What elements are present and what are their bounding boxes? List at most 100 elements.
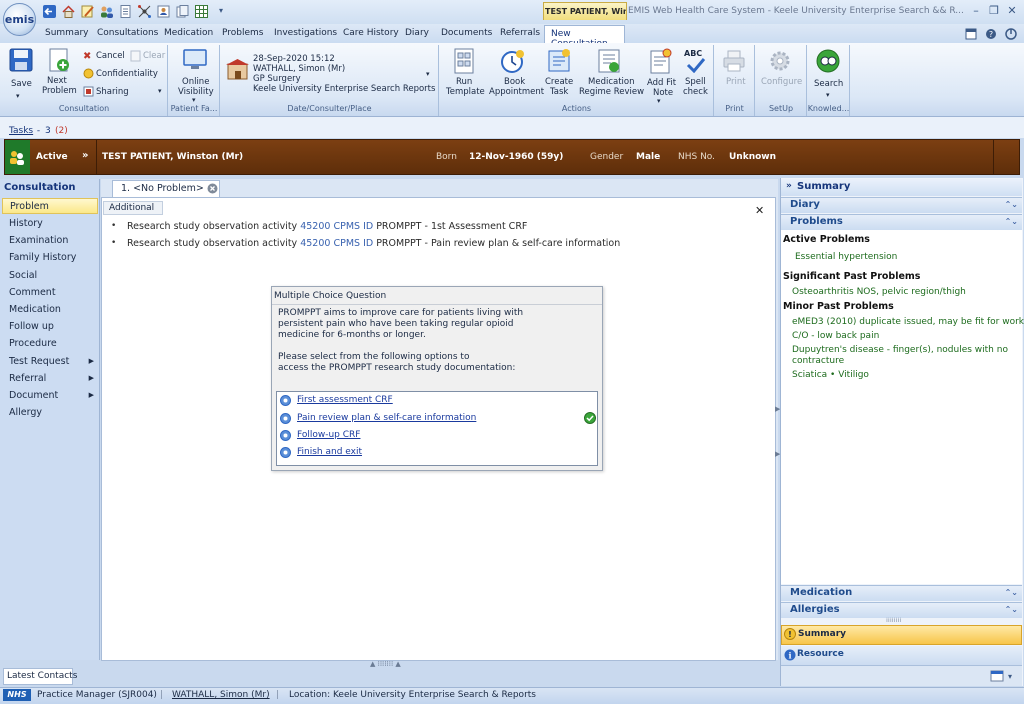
section-problems[interactable]: Problems ⌃⌄ xyxy=(781,214,1022,230)
consultation-type[interactable]: GP Surgery xyxy=(253,74,301,84)
pane-options-icon[interactable] xyxy=(990,670,1004,682)
confidentiality-button[interactable]: Confidentiality xyxy=(96,69,158,79)
patient-context-tab[interactable]: TEST PATIENT, Winst... xyxy=(543,2,627,20)
maximize-button[interactable]: ❐ xyxy=(986,4,1002,18)
editor-splitter-grip-icon[interactable]: ▲ ⁞⁞⁞⁞⁞⁞⁞ ▲ xyxy=(370,660,401,668)
save-button[interactable]: Save xyxy=(11,79,32,89)
online-visibility-dropdown-icon[interactable]: ▾ xyxy=(192,96,196,104)
nav-item-social[interactable]: Social xyxy=(2,268,98,284)
home-icon[interactable] xyxy=(61,4,76,19)
section-allergies[interactable]: Allergies ⌃⌄ xyxy=(781,602,1022,618)
consultation-datetime[interactable]: 28-Sep-2020 15:12 xyxy=(253,54,335,64)
problem-tab-close-icon[interactable] xyxy=(207,183,218,194)
spell-check-label-2[interactable]: check xyxy=(683,87,708,97)
patient-people-icon[interactable] xyxy=(9,149,25,165)
book-appointment-icon[interactable] xyxy=(500,48,526,74)
run-template-icon[interactable] xyxy=(453,48,475,74)
nav-item-procedure[interactable]: Procedure xyxy=(2,336,98,352)
back-icon[interactable] xyxy=(42,4,57,19)
knowledge-search-icon[interactable] xyxy=(815,48,841,74)
spell-check-label-1[interactable]: Spell xyxy=(685,77,706,87)
book-appointment-label-2[interactable]: Appointment xyxy=(489,87,544,97)
print-icon[interactable] xyxy=(722,49,746,73)
tab-new-consultation[interactable]: New Consultation xyxy=(544,25,625,49)
nav-item-document[interactable]: Document ▶ xyxy=(2,388,98,404)
pane-grip-icon[interactable]: ⁞⁞⁞⁞⁞⁞⁞⁞ xyxy=(886,617,901,624)
nav-item-referral[interactable]: Referral ▶ xyxy=(2,371,98,387)
fit-note-icon[interactable] xyxy=(649,48,673,74)
cancel-icon[interactable]: ✖ xyxy=(83,51,91,62)
expand-chevron-icon[interactable]: » xyxy=(82,150,88,161)
sharing-dropdown-icon[interactable]: ▾ xyxy=(158,87,162,95)
registration-icon[interactable] xyxy=(156,4,171,19)
bottom-tab-resource[interactable]: Resource xyxy=(781,646,1022,665)
nav-item-history[interactable]: History xyxy=(2,216,98,232)
patient-name[interactable]: TEST PATIENT, Winston (Mr) xyxy=(102,152,243,162)
nav-item-examination[interactable]: Examination xyxy=(2,233,98,249)
print-button[interactable]: Print xyxy=(726,77,746,87)
power-icon[interactable] xyxy=(1005,28,1017,40)
tab-diary[interactable]: Diary xyxy=(405,28,429,38)
online-visibility-label-1[interactable]: Online xyxy=(182,77,209,87)
nav-item-comment[interactable]: Comment xyxy=(2,285,98,301)
run-template-label-2[interactable]: Template xyxy=(446,87,485,97)
ribbon-options-icon[interactable] xyxy=(965,28,977,40)
nav-item-problem[interactable]: Problem xyxy=(2,198,98,214)
problem-item[interactable]: Sciatica • Vitiligo xyxy=(792,370,869,380)
section-medication[interactable]: Medication ⌃⌄ xyxy=(781,585,1022,601)
status-user[interactable]: WATHALL, Simon (Mr) xyxy=(172,690,270,700)
consultation-place[interactable]: Keele University Enterprise Search Repor… xyxy=(253,84,435,94)
nav-item-allergy[interactable]: Allergy xyxy=(2,405,98,421)
tab-documents[interactable]: Documents xyxy=(441,28,492,38)
minimize-button[interactable]: – xyxy=(968,4,984,18)
problem-item[interactable]: C/O - low back pain xyxy=(792,331,879,341)
option-pain-review-plan[interactable]: Pain review plan & self-care information xyxy=(297,413,476,423)
molecule-icon[interactable] xyxy=(137,4,152,19)
quick-access-dropdown-icon[interactable]: ▾ xyxy=(219,6,223,15)
sharing-icon[interactable] xyxy=(83,86,94,97)
nav-item-family-history[interactable]: Family History xyxy=(2,250,98,266)
close-button[interactable]: ✕ xyxy=(1004,4,1020,18)
nav-item-follow-up[interactable]: Follow up xyxy=(2,319,98,335)
tab-summary[interactable]: Summary xyxy=(45,28,89,38)
option-follow-up-crf[interactable]: Follow-up CRF xyxy=(297,430,360,440)
tab-consultations[interactable]: Consultations xyxy=(97,28,158,38)
tab-investigations[interactable]: Investigations xyxy=(274,28,337,38)
option-first-assessment-crf[interactable]: First assessment CRF xyxy=(297,395,393,405)
next-problem-icon[interactable] xyxy=(47,48,71,74)
create-task-label-2[interactable]: Task xyxy=(550,87,568,97)
problem-item[interactable]: Dupuytren's disease - finger(s), nodules… xyxy=(792,345,1008,355)
spell-check-icon[interactable] xyxy=(686,57,706,73)
problem-item-continued[interactable]: contracture xyxy=(792,356,844,366)
date-place-dropdown-icon[interactable]: ▾ xyxy=(426,70,430,78)
consultation-consulter[interactable]: WATHALL, Simon (Mr) xyxy=(253,64,345,74)
create-task-icon[interactable] xyxy=(547,48,571,74)
copy-icon[interactable] xyxy=(175,4,190,19)
section-tab-additional[interactable]: Additional xyxy=(103,201,163,215)
save-dropdown-icon[interactable]: ▾ xyxy=(16,92,20,100)
fit-note-label-1[interactable]: Add Fit xyxy=(647,78,676,88)
tab-care-history[interactable]: Care History xyxy=(343,28,399,38)
tab-medication[interactable]: Medication xyxy=(164,28,213,38)
clear-button[interactable]: Clear xyxy=(143,51,165,61)
next-problem-label-1[interactable]: Next xyxy=(47,76,67,86)
configure-button[interactable]: Configure xyxy=(761,77,802,87)
people-icon[interactable] xyxy=(99,4,114,19)
sharing-button[interactable]: Sharing xyxy=(96,87,129,97)
bottom-tab-summary[interactable]: Summary xyxy=(781,625,1022,645)
online-visibility-icon[interactable] xyxy=(183,49,207,71)
problem-item[interactable]: Osteoarthritis NOS, pelvic region/thigh xyxy=(792,287,966,297)
create-task-label-1[interactable]: Create xyxy=(545,77,573,87)
confidentiality-icon[interactable] xyxy=(83,68,94,79)
emis-logo[interactable]: emis xyxy=(3,3,36,36)
pane-options-dropdown-icon[interactable]: ▾ xyxy=(1008,672,1012,681)
tab-referrals[interactable]: Referrals xyxy=(500,28,540,38)
observation-entry[interactable]: Research study observation activity 4520… xyxy=(127,221,527,232)
cancel-button[interactable]: Cancel xyxy=(96,51,125,61)
problem-item[interactable]: eMED3 (2010) duplicate issued, may be fi… xyxy=(792,317,1024,327)
knowledge-search-button[interactable]: Search xyxy=(814,79,843,89)
medication-review-label-1[interactable]: Medication xyxy=(588,77,634,87)
help-icon[interactable]: ? xyxy=(985,28,997,40)
problem-item[interactable]: Essential hypertension xyxy=(795,252,897,262)
grid-icon[interactable] xyxy=(194,4,209,19)
